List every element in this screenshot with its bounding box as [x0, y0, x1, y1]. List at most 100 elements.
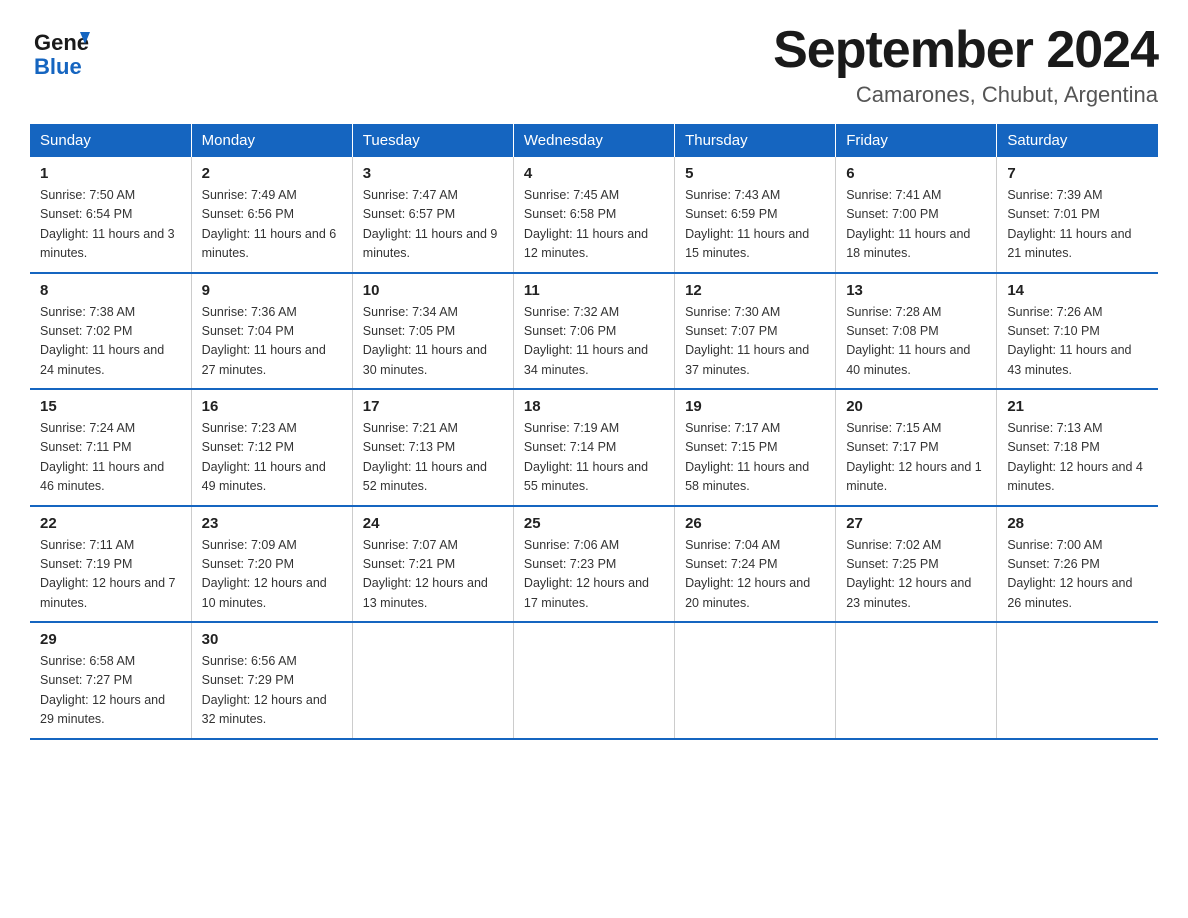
day-number: 28 — [1007, 515, 1148, 532]
day-info: Sunrise: 7:36 AMSunset: 7:04 PMDaylight:… — [202, 303, 342, 381]
day-number: 2 — [202, 165, 342, 182]
day-info: Sunrise: 7:24 AMSunset: 7:11 PMDaylight:… — [40, 419, 181, 497]
day-number: 11 — [524, 282, 664, 299]
calendar-cell: 4Sunrise: 7:45 AMSunset: 6:58 PMDaylight… — [513, 157, 674, 273]
day-info: Sunrise: 7:28 AMSunset: 7:08 PMDaylight:… — [846, 303, 986, 381]
calendar-cell: 30Sunrise: 6:56 AMSunset: 7:29 PMDayligh… — [191, 622, 352, 739]
day-number: 25 — [524, 515, 664, 532]
calendar-cell: 17Sunrise: 7:21 AMSunset: 7:13 PMDayligh… — [352, 389, 513, 506]
day-number: 17 — [363, 398, 503, 415]
col-header-monday: Monday — [191, 124, 352, 157]
day-number: 6 — [846, 165, 986, 182]
calendar-header-row: SundayMondayTuesdayWednesdayThursdayFrid… — [30, 124, 1158, 157]
day-info: Sunrise: 7:17 AMSunset: 7:15 PMDaylight:… — [685, 419, 825, 497]
day-info: Sunrise: 7:04 AMSunset: 7:24 PMDaylight:… — [685, 536, 825, 614]
calendar-cell: 1 Sunrise: 7:50 AMSunset: 6:54 PMDaylight… — [30, 157, 191, 273]
calendar-week-row: 15 Sunrise: 7:24 AMSunset: 7:11 PMDayligh… — [30, 389, 1158, 506]
day-number: 19 — [685, 398, 825, 415]
calendar-cell: 26 Sunrise: 7:04 AMSunset: 7:24 PMDayligh… — [675, 506, 836, 623]
day-number: 27 — [846, 515, 986, 532]
day-info: Sunrise: 7:09 AMSunset: 7:20 PMDaylight:… — [202, 536, 342, 614]
day-number: 18 — [524, 398, 664, 415]
day-info: Sunrise: 7:11 AMSunset: 7:19 PMDaylight:… — [40, 536, 181, 614]
calendar-week-row: 8 Sunrise: 7:38 AMSunset: 7:02 PMDaylight… — [30, 273, 1158, 390]
calendar-cell: 2 Sunrise: 7:49 AMSunset: 6:56 PMDaylight… — [191, 157, 352, 273]
calendar-week-row: 1 Sunrise: 7:50 AMSunset: 6:54 PMDaylight… — [30, 157, 1158, 273]
calendar-cell: 29 Sunrise: 6:58 AMSunset: 7:27 PMDayligh… — [30, 622, 191, 739]
location-title: Camarones, Chubut, Argentina — [773, 82, 1158, 108]
day-number: 5 — [685, 165, 825, 182]
calendar-cell: 27Sunrise: 7:02 AMSunset: 7:25 PMDayligh… — [836, 506, 997, 623]
calendar-cell: 5 Sunrise: 7:43 AMSunset: 6:59 PMDaylight… — [675, 157, 836, 273]
calendar-cell: 24Sunrise: 7:07 AMSunset: 7:21 PMDayligh… — [352, 506, 513, 623]
calendar-cell — [997, 622, 1158, 739]
day-info: Sunrise: 7:19 AMSunset: 7:14 PMDaylight:… — [524, 419, 664, 497]
calendar-cell — [513, 622, 674, 739]
day-number: 20 — [846, 398, 986, 415]
day-number: 15 — [40, 398, 181, 415]
calendar-cell — [675, 622, 836, 739]
col-header-friday: Friday — [836, 124, 997, 157]
col-header-tuesday: Tuesday — [352, 124, 513, 157]
calendar-cell: 11 Sunrise: 7:32 AMSunset: 7:06 PMDayligh… — [513, 273, 674, 390]
day-info: Sunrise: 7:13 AMSunset: 7:18 PMDaylight:… — [1007, 419, 1148, 497]
calendar-cell: 19 Sunrise: 7:17 AMSunset: 7:15 PMDayligh… — [675, 389, 836, 506]
day-info: Sunrise: 7:49 AMSunset: 6:56 PMDaylight:… — [202, 186, 342, 264]
day-number: 13 — [846, 282, 986, 299]
calendar-table: SundayMondayTuesdayWednesdayThursdayFrid… — [30, 124, 1158, 740]
calendar-cell: 10 Sunrise: 7:34 AMSunset: 7:05 PMDayligh… — [352, 273, 513, 390]
day-info: Sunrise: 6:58 AMSunset: 7:27 PMDaylight:… — [40, 652, 181, 730]
logo-icon: General Blue — [30, 20, 90, 80]
calendar-cell: 21 Sunrise: 7:13 AMSunset: 7:18 PMDayligh… — [997, 389, 1158, 506]
calendar-cell: 28 Sunrise: 7:00 AMSunset: 7:26 PMDayligh… — [997, 506, 1158, 623]
calendar-cell: 14Sunrise: 7:26 AMSunset: 7:10 PMDayligh… — [997, 273, 1158, 390]
calendar-cell: 8 Sunrise: 7:38 AMSunset: 7:02 PMDaylight… — [30, 273, 191, 390]
calendar-cell: 12 Sunrise: 7:30 AMSunset: 7:07 PMDayligh… — [675, 273, 836, 390]
day-number: 29 — [40, 631, 181, 648]
day-number: 26 — [685, 515, 825, 532]
day-info: Sunrise: 7:23 AMSunset: 7:12 PMDaylight:… — [202, 419, 342, 497]
day-number: 22 — [40, 515, 181, 532]
calendar-cell — [352, 622, 513, 739]
day-info: Sunrise: 7:15 AMSunset: 7:17 PMDaylight:… — [846, 419, 986, 497]
day-number: 10 — [363, 282, 503, 299]
day-number: 3 — [363, 165, 503, 182]
day-info: Sunrise: 7:06 AMSunset: 7:23 PMDaylight:… — [524, 536, 664, 614]
day-info: Sunrise: 7:00 AMSunset: 7:26 PMDaylight:… — [1007, 536, 1148, 614]
day-number: 14 — [1007, 282, 1148, 299]
calendar-week-row: 29 Sunrise: 6:58 AMSunset: 7:27 PMDayligh… — [30, 622, 1158, 739]
day-number: 30 — [202, 631, 342, 648]
calendar-cell: 3 Sunrise: 7:47 AMSunset: 6:57 PMDaylight… — [352, 157, 513, 273]
day-info: Sunrise: 7:43 AMSunset: 6:59 PMDaylight:… — [685, 186, 825, 264]
calendar-cell: 23 Sunrise: 7:09 AMSunset: 7:20 PMDayligh… — [191, 506, 352, 623]
day-number: 1 — [40, 165, 181, 182]
day-info: Sunrise: 7:50 AMSunset: 6:54 PMDaylight:… — [40, 186, 181, 264]
svg-text:Blue: Blue — [34, 54, 82, 79]
day-info: Sunrise: 7:30 AMSunset: 7:07 PMDaylight:… — [685, 303, 825, 381]
calendar-cell: 6 Sunrise: 7:41 AMSunset: 7:00 PMDaylight… — [836, 157, 997, 273]
calendar-cell: 20 Sunrise: 7:15 AMSunset: 7:17 PMDayligh… — [836, 389, 997, 506]
day-number: 21 — [1007, 398, 1148, 415]
day-info: Sunrise: 7:32 AMSunset: 7:06 PMDaylight:… — [524, 303, 664, 381]
title-area: September 2024 Camarones, Chubut, Argent… — [773, 20, 1158, 108]
day-number: 7 — [1007, 165, 1148, 182]
day-number: 8 — [40, 282, 181, 299]
day-info: Sunrise: 7:45 AMSunset: 6:58 PMDaylight:… — [524, 186, 664, 264]
page-header: General Blue September 2024 Camarones, C… — [30, 20, 1158, 108]
day-info: Sunrise: 7:47 AMSunset: 6:57 PMDaylight:… — [363, 186, 503, 264]
calendar-cell: 16Sunrise: 7:23 AMSunset: 7:12 PMDayligh… — [191, 389, 352, 506]
calendar-week-row: 22 Sunrise: 7:11 AMSunset: 7:19 PMDayligh… — [30, 506, 1158, 623]
day-info: Sunrise: 7:39 AMSunset: 7:01 PMDaylight:… — [1007, 186, 1148, 264]
day-info: Sunrise: 7:34 AMSunset: 7:05 PMDaylight:… — [363, 303, 503, 381]
col-header-saturday: Saturday — [997, 124, 1158, 157]
day-info: Sunrise: 7:41 AMSunset: 7:00 PMDaylight:… — [846, 186, 986, 264]
col-header-thursday: Thursday — [675, 124, 836, 157]
calendar-cell: 9Sunrise: 7:36 AMSunset: 7:04 PMDaylight… — [191, 273, 352, 390]
day-info: Sunrise: 7:38 AMSunset: 7:02 PMDaylight:… — [40, 303, 181, 381]
calendar-cell — [836, 622, 997, 739]
day-number: 24 — [363, 515, 503, 532]
day-number: 12 — [685, 282, 825, 299]
calendar-cell: 22 Sunrise: 7:11 AMSunset: 7:19 PMDayligh… — [30, 506, 191, 623]
col-header-sunday: Sunday — [30, 124, 191, 157]
day-number: 23 — [202, 515, 342, 532]
